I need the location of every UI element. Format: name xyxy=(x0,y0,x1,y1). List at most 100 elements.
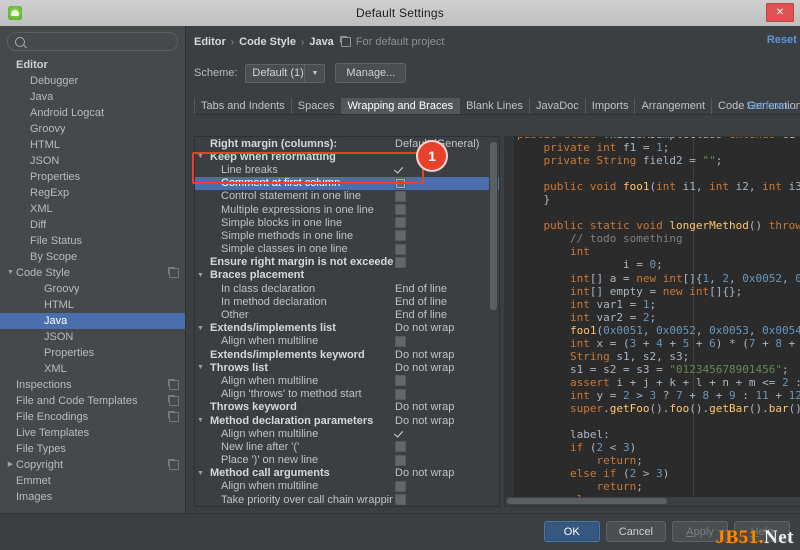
option-checkbox-cell[interactable] xyxy=(393,429,499,438)
sidebar-item-regexp[interactable]: RegExp xyxy=(0,185,185,201)
code-preview-text[interactable]: public class ThisIsASampleClass extends … xyxy=(514,136,800,506)
chevron-right-icon[interactable]: ▶ xyxy=(6,457,15,473)
option-value[interactable]: Do not wrap xyxy=(393,322,499,334)
set-from-link[interactable]: Set from... xyxy=(746,100,797,112)
option-row[interactable]: Control statement in one line xyxy=(195,190,499,203)
chevron-down-icon[interactable]: ▼ xyxy=(195,417,206,424)
option-checkbox-cell[interactable] xyxy=(393,494,499,505)
tab-imports[interactable]: Imports xyxy=(586,98,636,114)
option-row[interactable]: Ensure right margin is not exceeded xyxy=(195,256,499,269)
checkbox-unchecked-icon[interactable] xyxy=(395,441,406,452)
sidebar-item-properties[interactable]: Properties xyxy=(0,345,185,361)
checkbox-unchecked-icon[interactable] xyxy=(395,257,406,268)
sidebar-item-live-templates[interactable]: Live Templates xyxy=(0,425,185,441)
search-box[interactable] xyxy=(7,32,178,51)
sidebar-item-groovy[interactable]: Groovy xyxy=(0,121,185,137)
option-row[interactable]: Align 'throws' to method start xyxy=(195,388,499,401)
checkbox-unchecked-icon[interactable] xyxy=(395,204,406,215)
sidebar-item-diff[interactable]: Diff xyxy=(0,217,185,233)
option-value[interactable]: End of line xyxy=(393,283,499,295)
checkbox-unchecked-icon[interactable] xyxy=(395,494,406,505)
sidebar-item-java[interactable]: Java xyxy=(0,313,185,329)
sidebar-item-debugger[interactable]: Debugger xyxy=(0,73,185,89)
checkbox-unchecked-icon[interactable] xyxy=(395,178,406,189)
option-row[interactable]: Align when multiline xyxy=(195,335,499,348)
sidebar-item-file-and-code-templates[interactable]: File and Code Templates xyxy=(0,393,185,409)
sidebar-item-file-status[interactable]: File Status xyxy=(0,233,185,249)
sidebar-item-file-encodings[interactable]: File Encodings xyxy=(0,409,185,425)
breadcrumb-item-0[interactable]: Editor xyxy=(194,36,226,48)
option-row[interactable]: Take priority over call chain wrapping xyxy=(195,493,499,506)
option-row[interactable]: ▼Braces placement xyxy=(195,269,499,282)
sidebar-item-editor[interactable]: Editor xyxy=(0,57,185,73)
chevron-down-icon[interactable]: ▼ xyxy=(6,265,15,281)
option-value[interactable]: Do not wrap xyxy=(393,349,499,361)
option-checkbox-cell[interactable] xyxy=(393,481,499,492)
option-value[interactable]: Default (General) xyxy=(393,138,499,150)
option-checkbox-cell[interactable] xyxy=(393,257,499,268)
option-checkbox-cell[interactable] xyxy=(393,389,499,400)
preview-horizontal-scrollbar[interactable] xyxy=(505,497,800,506)
option-checkbox-cell[interactable] xyxy=(393,455,499,466)
close-icon[interactable]: ✕ xyxy=(766,3,794,22)
option-value[interactable]: End of line xyxy=(393,309,499,321)
option-row[interactable]: ▼Method declaration parametersDo not wra… xyxy=(195,414,499,427)
checkbox-unchecked-icon[interactable] xyxy=(395,389,406,400)
chevron-down-icon[interactable]: ▼ xyxy=(195,470,206,477)
checkbox-checked-icon[interactable] xyxy=(395,165,406,174)
tab-javadoc[interactable]: JavaDoc xyxy=(530,98,586,114)
sidebar-item-images[interactable]: Images xyxy=(0,489,185,505)
option-row[interactable]: ▼Extends/implements listDo not wrap xyxy=(195,322,499,335)
sidebar-item-android-logcat[interactable]: Android Logcat xyxy=(0,105,185,121)
option-checkbox-cell[interactable] xyxy=(393,375,499,386)
options-scrollbar[interactable] xyxy=(489,138,498,505)
preview-horizontal-thumb[interactable] xyxy=(507,498,667,504)
reset-link[interactable]: Reset xyxy=(767,34,797,46)
option-row[interactable]: Comment at first column xyxy=(195,177,499,190)
tab-tabs-and-indents[interactable]: Tabs and Indents xyxy=(194,98,292,114)
option-row[interactable]: OtherEnd of line xyxy=(195,308,499,321)
option-value[interactable]: Do not wrap xyxy=(393,415,499,427)
chevron-down-icon[interactable]: ▼ xyxy=(195,153,206,160)
sidebar-item-groovy[interactable]: Groovy xyxy=(0,281,185,297)
option-checkbox-cell[interactable] xyxy=(393,165,499,174)
checkbox-unchecked-icon[interactable] xyxy=(395,217,406,228)
sidebar-item-by-scope[interactable]: By Scope xyxy=(0,249,185,265)
option-value[interactable]: Do not wrap xyxy=(393,362,499,374)
option-row[interactable]: Simple blocks in one line xyxy=(195,216,499,229)
sidebar-item-xml[interactable]: XML xyxy=(0,361,185,377)
option-row[interactable]: Align when multiline xyxy=(195,480,499,493)
checkbox-unchecked-icon[interactable] xyxy=(395,336,406,347)
sidebar-item-copyright[interactable]: ▶Copyright xyxy=(0,457,185,473)
tab-spaces[interactable]: Spaces xyxy=(292,98,342,114)
cancel-button[interactable]: Cancel xyxy=(606,521,666,542)
chevron-down-icon[interactable]: ▼ xyxy=(195,325,206,332)
sidebar-item-java[interactable]: Java xyxy=(0,89,185,105)
option-row[interactable]: Simple methods in one line xyxy=(195,229,499,242)
option-value[interactable]: Do not wrap xyxy=(393,401,499,413)
option-checkbox-cell[interactable] xyxy=(393,204,499,215)
options-scrollbar-thumb[interactable] xyxy=(490,142,497,310)
chevron-down-icon[interactable]: ▼ xyxy=(195,364,206,371)
option-row[interactable]: ▼Throws listDo not wrap xyxy=(195,361,499,374)
option-checkbox-cell[interactable] xyxy=(393,191,499,202)
option-row[interactable]: Align when multiline xyxy=(195,427,499,440)
manage-button[interactable]: Manage... xyxy=(335,63,406,83)
sidebar-item-html[interactable]: HTML xyxy=(0,137,185,153)
sidebar-item-json[interactable]: JSON xyxy=(0,153,185,169)
option-row[interactable]: Simple classes in one line xyxy=(195,243,499,256)
breadcrumb-item-1[interactable]: Code Style xyxy=(239,36,296,48)
tab-blank-lines[interactable]: Blank Lines xyxy=(460,98,530,114)
checkbox-unchecked-icon[interactable] xyxy=(395,244,406,255)
checkbox-unchecked-icon[interactable] xyxy=(395,481,406,492)
search-input[interactable] xyxy=(29,35,171,48)
sidebar-item-xml[interactable]: XML xyxy=(0,201,185,217)
tab-wrapping-and-braces[interactable]: Wrapping and Braces xyxy=(342,98,461,114)
scheme-select[interactable]: Default (1) ▼ xyxy=(245,64,325,83)
option-row[interactable]: ▼Keep when reformatting xyxy=(195,150,499,163)
option-row[interactable]: In method declarationEnd of line xyxy=(195,295,499,308)
checkbox-unchecked-icon[interactable] xyxy=(395,375,406,386)
option-checkbox-cell[interactable] xyxy=(393,441,499,452)
option-row[interactable]: Multiple expressions in one line xyxy=(195,203,499,216)
sidebar-item-code-style[interactable]: ▼Code Style xyxy=(0,265,185,281)
